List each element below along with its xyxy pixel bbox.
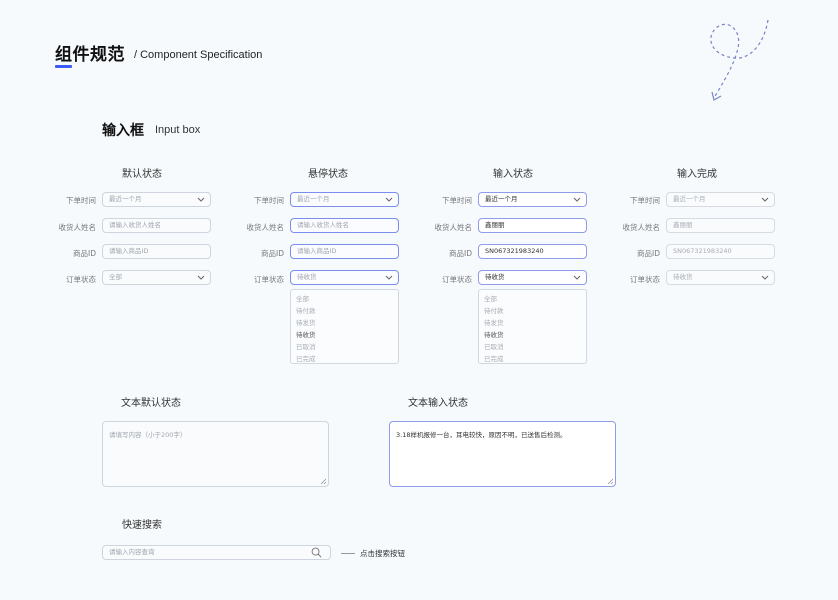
order-status-value: 全部 xyxy=(109,273,122,281)
chevron-down-icon xyxy=(385,275,393,280)
receiver-name-input[interactable]: 鑫丽丽 xyxy=(666,218,775,233)
column-title-default: 默认状态 xyxy=(122,169,162,180)
textarea-placeholder: 请填写内容（小于200字） xyxy=(109,431,187,439)
dropdown-option-cancelled[interactable]: 已取消 xyxy=(291,341,398,353)
dropdown-option-all[interactable]: 全部 xyxy=(479,293,586,305)
order-status-dropdown: 全部 待付款 待发货 待收货 已取消 已完成 xyxy=(290,289,399,364)
chevron-down-icon xyxy=(761,275,769,280)
order-status-select[interactable]: 待收货 xyxy=(478,270,587,285)
label-product-id: 商品ID xyxy=(73,249,96,258)
column-title-hover: 悬停状态 xyxy=(308,169,348,180)
order-status-value: 待收货 xyxy=(673,273,693,281)
textarea-default[interactable]: 请填写内容（小于200字） xyxy=(102,421,329,487)
order-status-dropdown: 全部 待付款 待发货 待收货 已取消 已完成 xyxy=(478,289,587,364)
textarea-default-title: 文本默认状态 xyxy=(121,398,181,409)
chevron-down-icon xyxy=(197,275,205,280)
receiver-name-input[interactable]: 请输入收货人姓名 xyxy=(290,218,399,233)
search-icon[interactable] xyxy=(311,547,322,558)
label-order-time: 下单时间 xyxy=(66,196,96,205)
page-title: 组件规范 xyxy=(55,45,125,65)
label-receiver-name: 收货人姓名 xyxy=(246,223,285,232)
order-time-value: 最近一个月 xyxy=(297,195,330,203)
order-status-select[interactable]: 待收货 xyxy=(666,270,775,285)
search-placeholder: 请输入内容查询 xyxy=(109,548,155,556)
receiver-name-input[interactable]: 鑫丽丽 xyxy=(478,218,587,233)
label-order-time: 下单时间 xyxy=(254,196,284,205)
label-order-status: 订单状态 xyxy=(442,275,472,284)
order-time-select[interactable]: 最近一个月 xyxy=(478,192,587,207)
label-product-id: 商品ID xyxy=(637,249,660,258)
label-order-status: 订单状态 xyxy=(66,275,96,284)
product-id-placeholder: 请输入商品ID xyxy=(109,247,149,255)
search-title: 快速搜索 xyxy=(122,520,162,531)
receiver-name-input[interactable]: 请输入收货人姓名 xyxy=(102,218,211,233)
search-annotation: 点击搜索按钮 xyxy=(360,549,405,558)
section-subtitle: Input box xyxy=(155,124,201,136)
column-title-done: 输入完成 xyxy=(677,169,717,180)
page-subtitle: / Component Specification xyxy=(134,49,263,61)
textarea-input-title: 文本输入状态 xyxy=(408,398,468,409)
order-time-select[interactable]: 最近一个月 xyxy=(290,192,399,207)
section-title: 输入框 xyxy=(102,123,144,139)
chevron-down-icon xyxy=(573,275,581,280)
dropdown-option-pending-receipt[interactable]: 待收货 xyxy=(479,329,586,341)
dropdown-option-all[interactable]: 全部 xyxy=(291,293,398,305)
order-time-value: 最近一个月 xyxy=(673,195,706,203)
dropdown-option-cancelled[interactable]: 已取消 xyxy=(479,341,586,353)
resize-grip-icon[interactable] xyxy=(320,478,326,484)
receiver-name-placeholder: 请输入收货人姓名 xyxy=(109,221,161,229)
annotation-line xyxy=(341,553,355,554)
label-receiver-name: 收货人姓名 xyxy=(58,223,97,232)
title-accent-bar xyxy=(55,65,72,68)
label-order-time: 下单时间 xyxy=(442,196,472,205)
product-id-input[interactable]: SN067321983240 xyxy=(666,244,775,259)
product-id-input[interactable]: 请输入商品ID xyxy=(102,244,211,259)
label-order-status: 订单状态 xyxy=(254,275,284,284)
resize-grip-icon[interactable] xyxy=(607,478,613,484)
dropdown-option-pending-shipment[interactable]: 待发货 xyxy=(479,317,586,329)
dropdown-option-completed[interactable]: 已完成 xyxy=(479,353,586,365)
dropdown-option-completed[interactable]: 已完成 xyxy=(291,353,398,365)
dropdown-option-pending-receipt[interactable]: 待收货 xyxy=(291,329,398,341)
order-status-select[interactable]: 待收货 xyxy=(290,270,399,285)
label-receiver-name: 收货人姓名 xyxy=(434,223,473,232)
column-title-input: 输入状态 xyxy=(493,169,533,180)
textarea-value: 3.18样机报修一台，耳电较快，原因不明，已送售后检测。 xyxy=(396,431,567,439)
receiver-name-value: 鑫丽丽 xyxy=(673,221,693,229)
label-receiver-name: 收货人姓名 xyxy=(622,223,661,232)
product-id-value: SN067321983240 xyxy=(485,247,544,255)
product-id-placeholder: 请输入商品ID xyxy=(297,247,337,255)
product-id-input[interactable]: SN067321983240 xyxy=(478,244,587,259)
dropdown-option-pending-shipment[interactable]: 待发货 xyxy=(291,317,398,329)
chevron-down-icon xyxy=(385,197,393,202)
label-product-id: 商品ID xyxy=(261,249,284,258)
chevron-down-icon xyxy=(573,197,581,202)
order-time-value: 最近一个月 xyxy=(109,195,142,203)
order-time-value: 最近一个月 xyxy=(485,195,518,203)
product-id-input[interactable]: 请输入商品ID xyxy=(290,244,399,259)
receiver-name-placeholder: 请输入收货人姓名 xyxy=(297,221,349,229)
receiver-name-value: 鑫丽丽 xyxy=(485,221,505,229)
order-status-select[interactable]: 全部 xyxy=(102,270,211,285)
order-time-select[interactable]: 最近一个月 xyxy=(102,192,211,207)
order-time-select[interactable]: 最近一个月 xyxy=(666,192,775,207)
order-status-value: 待收货 xyxy=(297,273,317,281)
textarea-input[interactable]: 3.18样机报修一台，耳电较快，原因不明，已送售后检测。 xyxy=(389,421,616,487)
chevron-down-icon xyxy=(197,197,205,202)
dropdown-option-pending-payment[interactable]: 待付款 xyxy=(479,305,586,317)
order-status-value: 待收货 xyxy=(485,273,505,281)
dashed-loop-arrow-icon xyxy=(710,19,769,101)
search-input[interactable]: 请输入内容查询 xyxy=(102,545,331,560)
label-order-status: 订单状态 xyxy=(630,275,660,284)
product-id-value: SN067321983240 xyxy=(673,247,732,255)
label-order-time: 下单时间 xyxy=(630,196,660,205)
label-product-id: 商品ID xyxy=(449,249,472,258)
chevron-down-icon xyxy=(761,197,769,202)
dropdown-option-pending-payment[interactable]: 待付款 xyxy=(291,305,398,317)
